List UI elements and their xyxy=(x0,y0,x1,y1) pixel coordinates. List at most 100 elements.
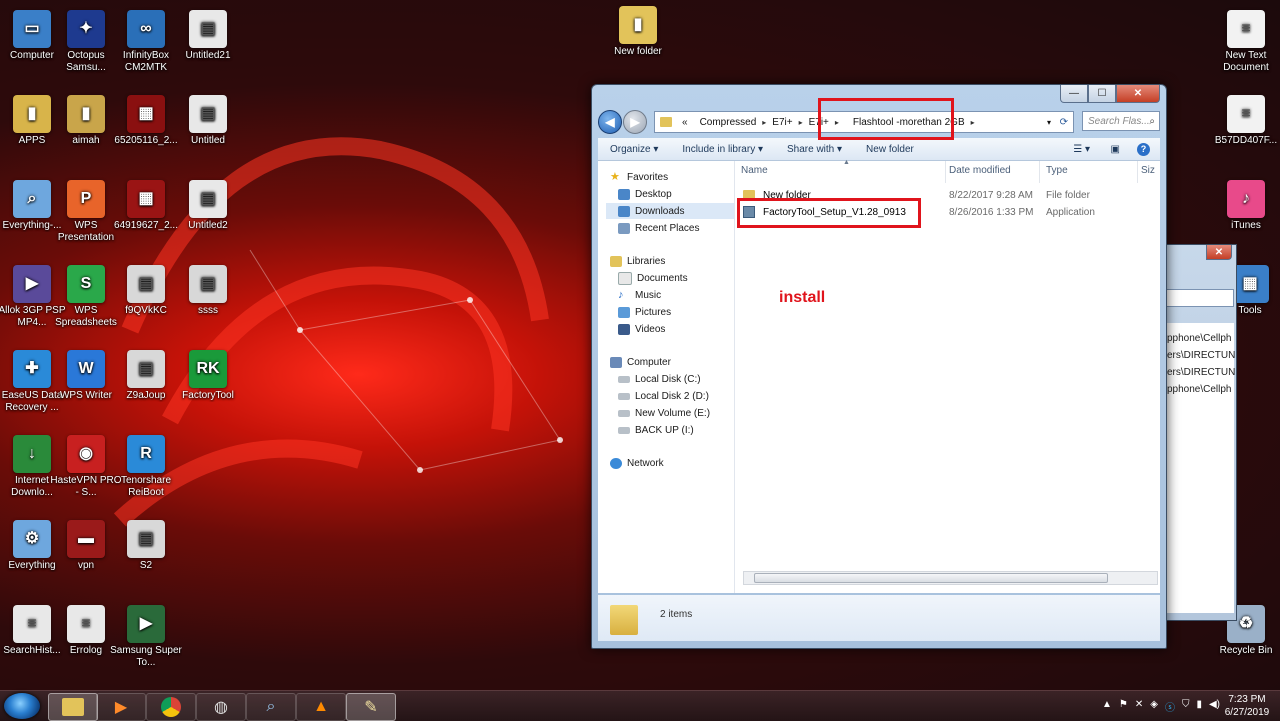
details-pane: 2 items xyxy=(598,595,1160,641)
desktop-icon[interactable]: ▤ ssss xyxy=(172,265,244,317)
taskbar-search-button[interactable]: ⌕ xyxy=(246,693,296,721)
taskbar-explorer-button[interactable] xyxy=(48,693,98,721)
breadcrumb-item[interactable]: E7i+ xyxy=(766,117,798,128)
taskbar-app-button[interactable]: ◍ xyxy=(196,693,246,721)
column-header-name[interactable]: Name xyxy=(741,165,768,176)
start-button[interactable] xyxy=(4,693,40,719)
search-placeholder: Search Flas... xyxy=(1088,115,1150,127)
nav-favorites[interactable]: ★ Favorites xyxy=(610,169,668,185)
taskbar-paint-button[interactable]: ✎ xyxy=(346,693,396,721)
downloads-icon xyxy=(618,205,630,217)
nav-disk-d[interactable]: Local Disk 2 (D:) xyxy=(618,388,709,404)
nav-disk-e[interactable]: New Volume (E:) xyxy=(618,405,710,421)
breadcrumb-prefix[interactable]: « xyxy=(676,117,694,128)
taskbar-chrome-button[interactable] xyxy=(146,693,196,721)
desktop-icon[interactable]: ▤ Untitled21 xyxy=(172,10,244,62)
explorer-window[interactable]: — ☐ ✕ ◀ ▶ « Compressed ▸ E7i+ ▸ E7i+ ▸ F… xyxy=(591,84,1167,649)
column-separator[interactable] xyxy=(1137,161,1138,183)
tray-app-icon[interactable]: ◈ xyxy=(1150,699,1158,714)
nav-downloads[interactable]: Downloads xyxy=(606,203,734,219)
horizontal-scrollbar[interactable] xyxy=(743,571,1158,585)
paint-icon: ✎ xyxy=(364,699,378,716)
back-button[interactable]: ◀ xyxy=(598,110,622,134)
nav-disk-i[interactable]: BACK UP (I:) xyxy=(618,422,694,438)
scrollbar-thumb[interactable] xyxy=(754,573,1108,583)
nav-recent-places[interactable]: Recent Places xyxy=(618,220,699,236)
share-with-button[interactable]: Share with ▾ xyxy=(775,144,854,155)
app-icon: ▦ xyxy=(127,95,165,133)
flag-icon[interactable]: ⚑ xyxy=(1119,699,1128,714)
breadcrumb-item[interactable]: Compressed xyxy=(694,117,763,128)
media-player-icon: ▶ xyxy=(114,699,128,716)
desktop-icon[interactable]: R Tenorshare ReiBoot xyxy=(110,435,182,499)
drive-icon xyxy=(618,375,630,383)
forward-button[interactable]: ▶ xyxy=(623,110,647,134)
column-header-size[interactable]: Siz xyxy=(1141,165,1155,176)
nav-music[interactable]: ♪ Music xyxy=(618,287,661,303)
nav-libraries[interactable]: Libraries xyxy=(610,253,665,269)
taskbar-vlc-button[interactable]: ▲ xyxy=(296,693,346,721)
nav-videos[interactable]: Videos xyxy=(618,321,665,337)
nav-label: Videos xyxy=(635,323,666,335)
search-input[interactable]: Search Flas... ⌕ xyxy=(1082,111,1160,131)
column-separator[interactable] xyxy=(945,161,946,183)
organize-button[interactable]: Organize ▾ xyxy=(598,144,670,155)
bg-line: ers\DIRECTUN xyxy=(1167,367,1236,378)
volume-icon[interactable]: ◀) xyxy=(1209,699,1220,714)
app-icon: ▤ xyxy=(189,10,227,48)
search-icon: ⌕ xyxy=(266,698,276,715)
bg-line: pphone\Cellph xyxy=(1167,333,1232,344)
desktop-icon[interactable]: ▶ Samsung Super To... xyxy=(110,605,182,669)
nav-pictures[interactable]: Pictures xyxy=(618,304,671,320)
nav-label: Computer xyxy=(627,356,671,368)
nav-documents[interactable]: Documents xyxy=(618,270,688,286)
refresh-icon[interactable]: ⟳ xyxy=(1060,117,1068,128)
nav-disk-c[interactable]: Local Disk (C:) xyxy=(618,371,701,387)
taskbar-media-button[interactable]: ▶ xyxy=(96,693,146,721)
view-options-icon[interactable]: ☰ ▾ xyxy=(1073,144,1090,155)
chevron-down-icon[interactable]: ▾ xyxy=(1047,118,1051,127)
nav-network[interactable]: Network xyxy=(610,455,664,471)
desktop-icon[interactable]: ≡ New Text Document xyxy=(1210,10,1280,74)
skype-icon[interactable]: ⓢ xyxy=(1165,699,1175,714)
column-header-type[interactable]: Type xyxy=(1046,165,1068,176)
chevron-right-icon[interactable]: ▸ xyxy=(971,118,975,127)
desktop-icon[interactable]: ▤ S2 xyxy=(110,520,182,572)
file-type: File folder xyxy=(1046,189,1090,201)
app-icon: ↓ xyxy=(13,435,51,473)
include-in-library-button[interactable]: Include in library ▾ xyxy=(670,144,775,155)
app-icon: ∞ xyxy=(127,10,165,48)
drive-icon xyxy=(618,409,630,417)
desktop-icon[interactable]: ▤ Untitled xyxy=(172,95,244,147)
show-hidden-icons-icon[interactable]: ▲ xyxy=(1102,699,1112,714)
close-icon[interactable]: ✕ xyxy=(1116,85,1160,103)
column-header-date[interactable]: Date modified xyxy=(949,165,1011,176)
minimize-icon[interactable]: — xyxy=(1060,85,1088,103)
clock[interactable]: 7:23 PM 6/27/2019 xyxy=(1220,693,1274,719)
app-icon: ≡ xyxy=(1227,95,1265,133)
background-window[interactable]: ✕ pphone\Cellph ers\DIRECTUN ers\DIRECTU… xyxy=(1164,244,1237,621)
nav-computer[interactable]: Computer xyxy=(610,354,671,370)
signal-icon[interactable]: ▮ xyxy=(1196,699,1202,714)
desktop-icon[interactable]: ♪ iTunes xyxy=(1210,180,1280,232)
desktop-icon-label: Untitled xyxy=(191,135,225,146)
nav-desktop[interactable]: Desktop xyxy=(618,186,672,202)
desktop-icon[interactable]: ▮ New folder xyxy=(602,6,674,58)
app-icon: ▶ xyxy=(13,265,51,303)
search-icon[interactable]: ⌕ xyxy=(1149,116,1155,127)
desktop-icon[interactable]: RK FactoryTool xyxy=(172,350,244,402)
network-icon[interactable]: ✕ xyxy=(1135,699,1143,714)
bg-address-field[interactable] xyxy=(1164,289,1234,307)
desktop-icon[interactable]: ▤ Untitled2 xyxy=(172,180,244,232)
new-folder-button[interactable]: New folder xyxy=(854,144,926,155)
bg-close-icon[interactable]: ✕ xyxy=(1206,245,1232,260)
navigation-pane: ★ Favorites Desktop Downloads Recent Plac… xyxy=(598,161,735,593)
shield-icon[interactable]: ⛉ xyxy=(1182,699,1190,714)
desktop-icon-label: Untitled2 xyxy=(188,220,228,231)
help-icon[interactable]: ? xyxy=(1137,142,1150,156)
desktop-icon[interactable]: ≡ B57DD407F... xyxy=(1210,95,1280,147)
maximize-icon[interactable]: ☐ xyxy=(1088,85,1116,103)
preview-pane-icon[interactable]: ▣ xyxy=(1111,144,1120,155)
desktop-icon xyxy=(618,188,630,200)
column-separator[interactable] xyxy=(1039,161,1040,183)
